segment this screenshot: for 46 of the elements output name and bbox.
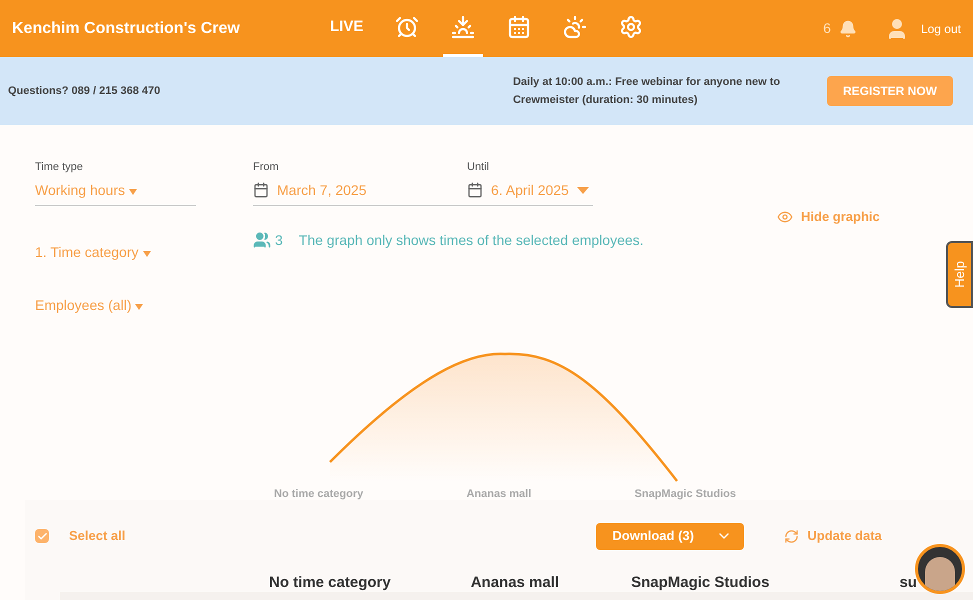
time-type-dropdown[interactable]: Working hours (35, 180, 196, 206)
update-data-link[interactable]: Update data (784, 526, 882, 546)
employees-dropdown[interactable]: Employees (all) (35, 294, 253, 316)
settings-icon (619, 15, 644, 39)
people-icon (253, 231, 271, 249)
caret-icon (135, 304, 144, 310)
caret-icon (129, 188, 138, 194)
field-label: From (253, 160, 280, 175)
hide-graphic-link[interactable]: Hide graphic (777, 207, 880, 226)
calendar-icon (467, 182, 483, 198)
notification-count: 6 (823, 19, 831, 38)
cloud-sun-icon (563, 15, 588, 39)
dropdown-caret-icon[interactable] (577, 186, 589, 194)
questions-text: Questions? 089 / 215 368 470 (8, 84, 160, 99)
webinar-text: Daily at 10:00 a.m.: Free webinar for anyone new to Crewmeister (duration: 30 minutes) (512, 75, 782, 108)
help-tab[interactable]: Help (946, 241, 973, 308)
caret-icon (142, 250, 150, 256)
column-header: No time category (269, 573, 391, 592)
sunset-icon (451, 15, 476, 39)
from-date-field[interactable]: March 7, 2025 (253, 180, 467, 200)
eye-icon (777, 208, 793, 225)
time-category-dropdown[interactable]: 1. Time category (35, 242, 253, 262)
column-header: Ananas mall (470, 573, 560, 592)
bell-icon[interactable] (838, 20, 857, 38)
chart-label: Ananas mall (466, 486, 532, 502)
download-button[interactable]: Download (3) (596, 522, 744, 550)
app-title: Kenchim Construction's Crew (12, 18, 241, 38)
info-message: The graph only shows times of the selected employees. (298, 230, 644, 250)
calendar-icon (253, 182, 269, 198)
chart-label: SnapMagic Studios (634, 486, 736, 502)
until-date-field[interactable]: 6. April 2025 (467, 180, 593, 200)
logout-link[interactable]: Log out (920, 20, 961, 38)
field-label: Time type (35, 160, 84, 175)
calendar-icon (507, 15, 532, 39)
column-header: su (899, 573, 917, 592)
refresh-icon (784, 528, 800, 544)
register-button[interactable]: REGISTER NOW (826, 76, 953, 106)
checkbox[interactable] (35, 529, 49, 543)
employee-count: 3 (275, 230, 283, 250)
select-all-label[interactable]: Select all (69, 526, 126, 546)
nav-tab[interactable]: LIVE (322, 0, 372, 57)
column-header: SnapMagic Studios (631, 573, 770, 592)
check-icon (36, 530, 48, 542)
alarm-clock-icon (395, 15, 420, 39)
field-label: Until (467, 160, 490, 175)
chart-label: No time category (274, 486, 364, 502)
